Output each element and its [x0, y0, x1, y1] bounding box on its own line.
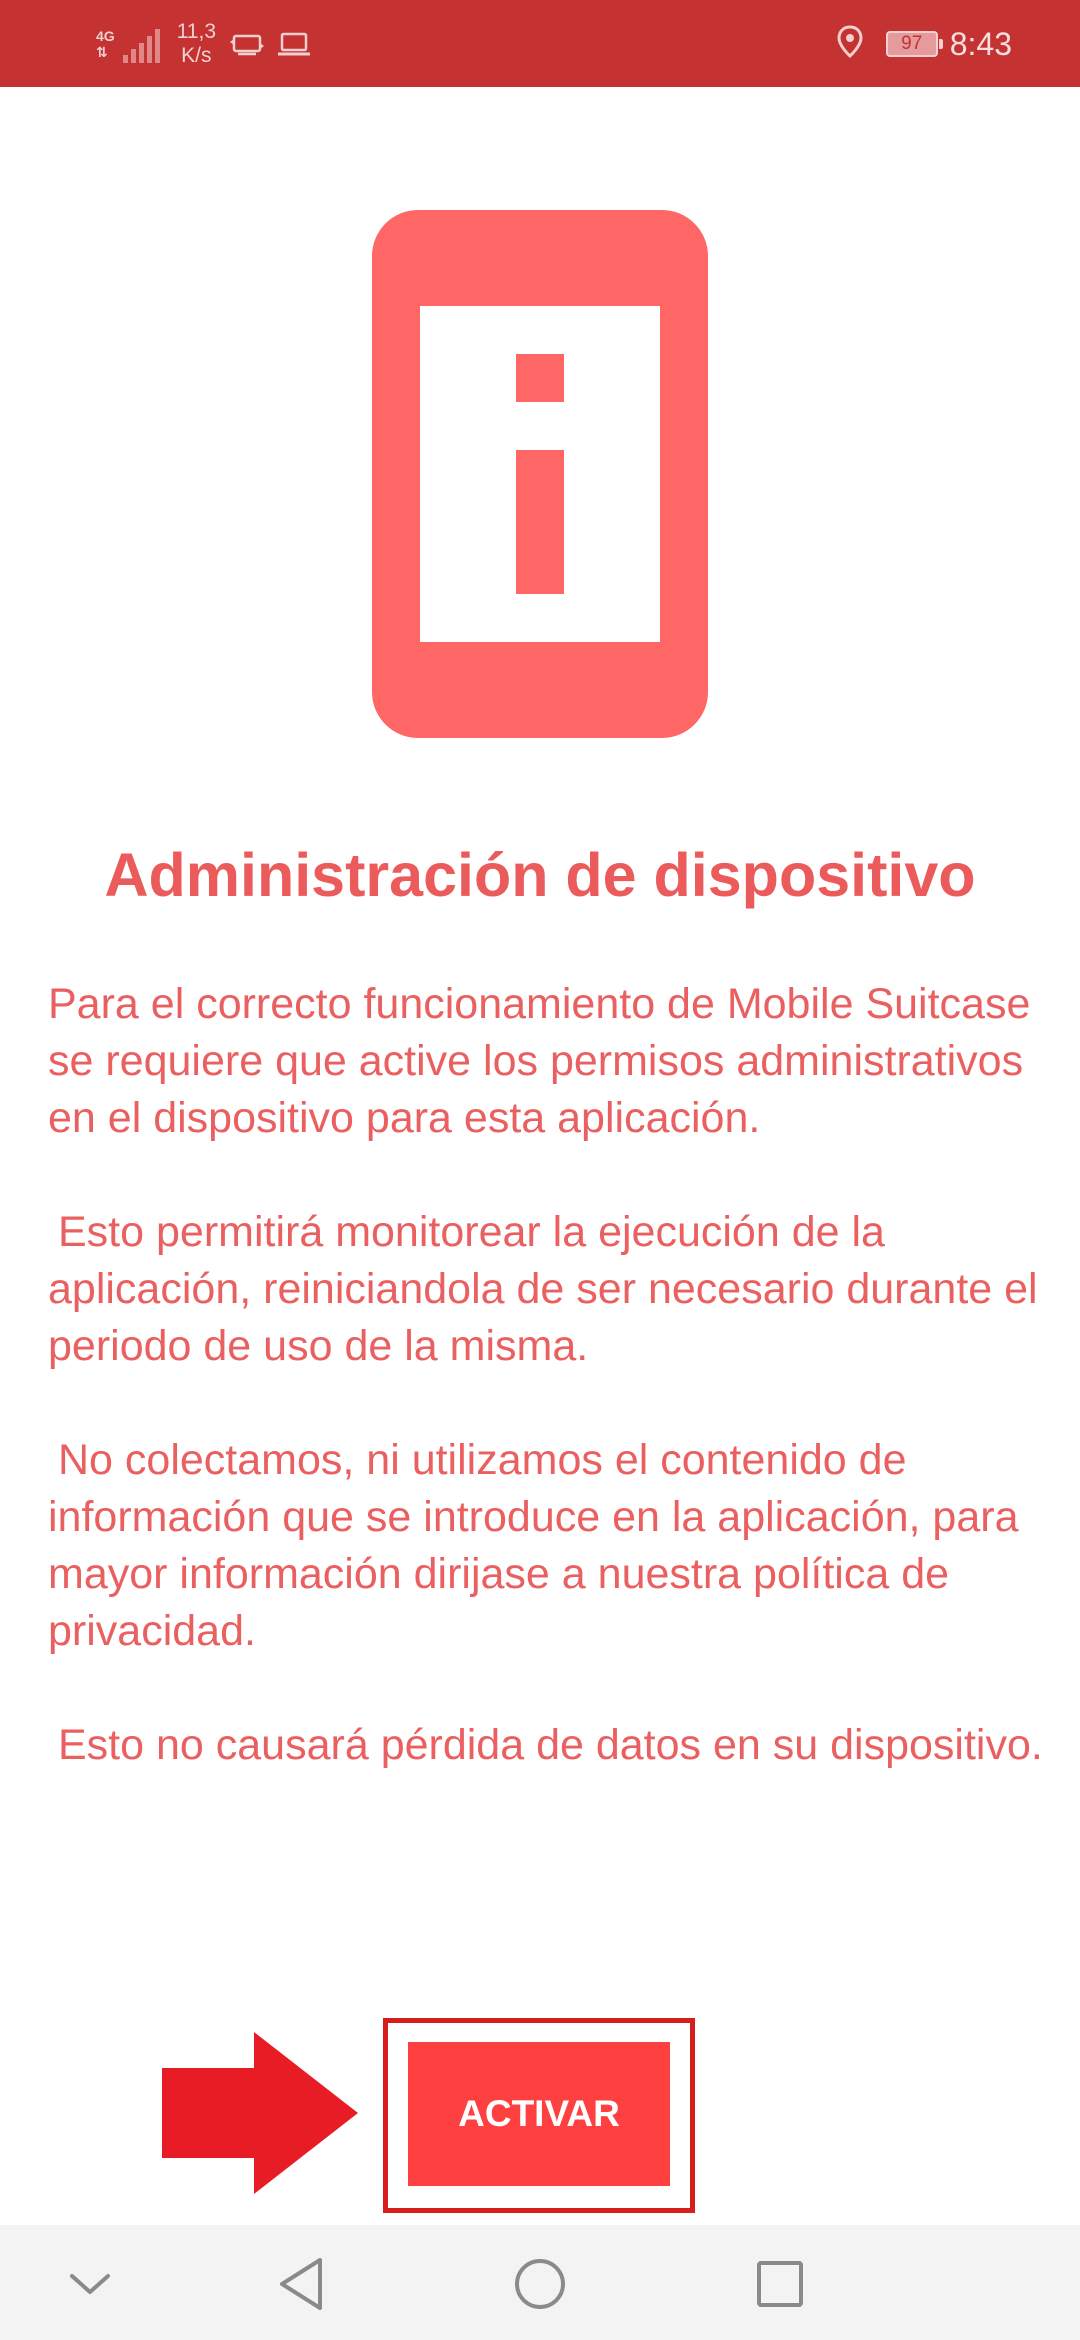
description-paragraph: Para el correcto funcionamiento de Mobil…: [48, 980, 1031, 1142]
status-bar-left: 4G ⇅ 11,3 K/s: [96, 18, 322, 70]
network-type: 4G ⇅: [96, 28, 115, 60]
status-bar: 4G ⇅ 11,3 K/s 97 8:43: [0, 0, 1080, 87]
navigation-bar: [0, 2225, 1080, 2340]
battery-level: 97: [901, 33, 923, 54]
data-arrows-icon: ⇅: [96, 44, 108, 60]
back-icon[interactable]: [266, 2249, 336, 2319]
annotation-arrow-icon: [162, 2032, 358, 2194]
signal-icon: [122, 25, 163, 63]
page-title: Administración de dispositivo: [104, 841, 976, 909]
battery-icon: 97: [885, 31, 943, 57]
data-transfer-icon: [228, 30, 266, 58]
network-speed: 11,3 K/s: [177, 20, 216, 68]
recents-icon[interactable]: [745, 2249, 815, 2319]
description-paragraph: Esto no causará pérdida de datos en su d…: [58, 1721, 1043, 1769]
collapse-icon[interactable]: [55, 2249, 125, 2319]
network-speed-unit: K/s: [181, 44, 212, 67]
location-icon: [836, 24, 864, 64]
description-paragraph: No colectamos, ni utilizamos el contenid…: [48, 1436, 1019, 1655]
network-speed-value: 11,3: [176, 20, 217, 43]
description-scroll-area[interactable]: Para el correcto funcionamiento de Mobil…: [48, 976, 1048, 1956]
network-type-label: 4G: [96, 28, 115, 44]
activate-button[interactable]: ACTIVAR: [408, 2042, 670, 2186]
laptop-icon: [276, 30, 312, 58]
home-icon[interactable]: [505, 2249, 575, 2319]
clock: 8:43: [949, 25, 1012, 62]
description-paragraph: Esto permitirá monitorear la ejecución d…: [48, 1208, 1038, 1370]
status-bar-right: 97 8:43: [836, 18, 1012, 70]
device-info-icon: [372, 210, 708, 738]
